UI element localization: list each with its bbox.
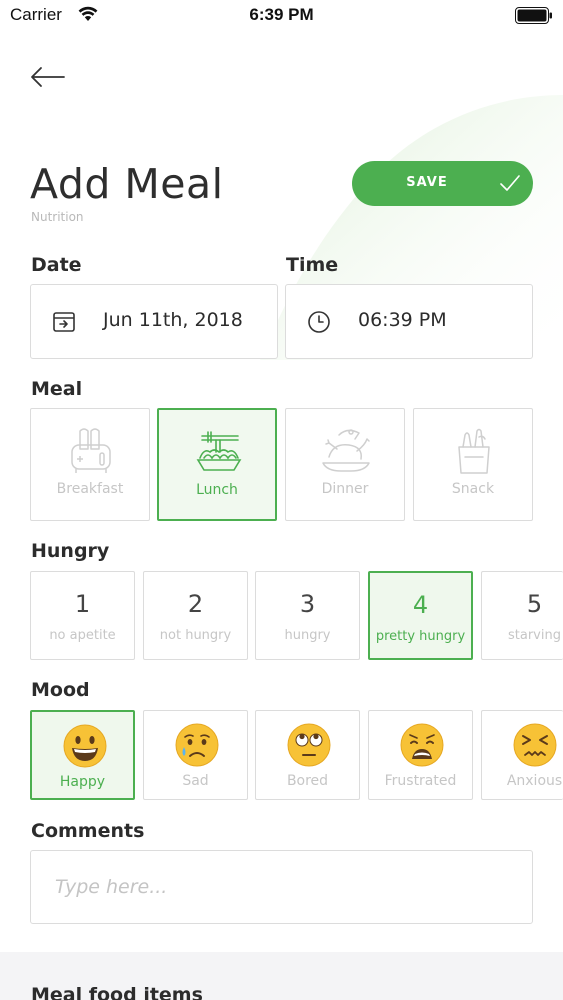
hungry-option-label: pretty hungry <box>375 629 466 644</box>
weary-face-icon <box>400 723 444 767</box>
mood-option-anxious[interactable]: Anxious <box>481 710 563 800</box>
battery-icon <box>515 7 552 24</box>
checkmark-icon <box>500 175 520 191</box>
toaster-icon <box>71 428 111 473</box>
roast-chicken-icon <box>322 429 370 472</box>
status-time: 6:39 PM <box>249 5 314 24</box>
mood-option-label: Bored <box>286 773 329 789</box>
hungry-label: Hungry <box>31 540 110 562</box>
meal-option-label: Snack <box>451 481 495 497</box>
hungry-option-value: 2 <box>187 590 204 618</box>
meal-label: Meal <box>31 378 83 400</box>
back-arrow-icon[interactable] <box>28 62 68 92</box>
comments-field[interactable] <box>30 850 533 924</box>
grocery-bag-icon <box>458 428 490 474</box>
hungry-option-3[interactable]: 3 hungry <box>255 571 360 660</box>
meal-food-items-section: Meal food items <box>0 952 563 1000</box>
time-value: 06:39 PM <box>358 309 447 331</box>
page-subtitle: Nutrition <box>31 210 84 224</box>
mood-label: Mood <box>31 679 90 701</box>
hungry-option-2[interactable]: 2 not hungry <box>143 571 248 660</box>
hungry-option-5[interactable]: 5 starving <box>481 571 563 660</box>
meal-option-lunch[interactable]: Lunch <box>157 408 277 521</box>
hungry-option-label: hungry <box>284 628 331 643</box>
save-button-label: SAVE <box>406 175 448 190</box>
time-label: Time <box>286 254 339 276</box>
hungry-option-4[interactable]: 4 pretty hungry <box>368 571 473 660</box>
hungry-option-value: 1 <box>74 590 91 618</box>
crying-face-icon <box>175 723 219 767</box>
mood-option-frustrated[interactable]: Frustrated <box>368 710 473 800</box>
mood-option-label: Frustrated <box>384 773 457 789</box>
eye-roll-face-icon <box>287 723 331 767</box>
mood-option-happy[interactable]: Happy <box>30 710 135 800</box>
meal-food-items-title: Meal food items <box>31 984 203 1000</box>
hungry-option-label: no apetite <box>49 628 116 643</box>
mood-option-label: Happy <box>59 774 106 790</box>
date-field[interactable]: Jun 11th, 2018 <box>30 284 278 359</box>
meal-option-label: Lunch <box>196 482 238 498</box>
hungry-option-value: 4 <box>412 591 429 619</box>
clock-icon <box>308 311 330 333</box>
page-title: Add Meal <box>30 160 224 208</box>
time-field[interactable]: 06:39 PM <box>285 284 533 359</box>
mood-option-label: Anxious <box>506 773 563 789</box>
mood-option-sad[interactable]: Sad <box>143 710 248 800</box>
status-bar: Carrier 6:39 PM <box>0 0 563 32</box>
hungry-option-1[interactable]: 1 no apetite <box>30 571 135 660</box>
meal-option-label: Dinner <box>321 481 369 497</box>
meal-option-breakfast[interactable]: Breakfast <box>30 408 150 521</box>
noodles-icon <box>196 431 242 471</box>
hungry-option-value: 3 <box>299 590 316 618</box>
meal-option-snack[interactable]: Snack <box>413 408 533 521</box>
save-button[interactable]: SAVE <box>352 161 533 206</box>
hungry-option-label: starving <box>508 628 561 643</box>
calendar-icon <box>53 312 75 332</box>
hungry-option-value: 5 <box>526 590 543 618</box>
date-label: Date <box>31 254 82 276</box>
confounded-face-icon <box>513 723 557 767</box>
meal-option-dinner[interactable]: Dinner <box>285 408 405 521</box>
date-value: Jun 11th, 2018 <box>103 309 243 331</box>
mood-option-label: Sad <box>182 773 209 789</box>
grinning-face-icon <box>63 724 107 768</box>
mood-option-bored[interactable]: Bored <box>255 710 360 800</box>
meal-option-label: Breakfast <box>56 481 124 497</box>
hungry-option-label: not hungry <box>159 628 232 643</box>
comments-label: Comments <box>31 820 145 842</box>
comments-input[interactable] <box>31 851 532 923</box>
